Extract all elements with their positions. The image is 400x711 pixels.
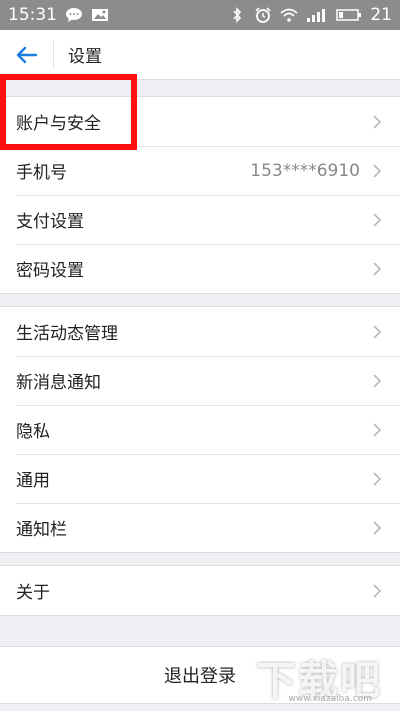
- battery-icon: [336, 9, 362, 21]
- chevron-right-icon: [373, 212, 382, 227]
- battery-level: 21: [370, 5, 392, 25]
- settings-group-account: 账户与安全 手机号 153****6910 支付设置 密码设置: [0, 96, 400, 294]
- settings-item-privacy[interactable]: 隐私: [0, 405, 400, 454]
- settings-item-payment[interactable]: 支付设置: [0, 195, 400, 244]
- chevron-right-icon: [373, 261, 382, 276]
- settings-item-label: 账户与安全: [16, 114, 101, 134]
- chevron-right-icon: [373, 324, 382, 339]
- settings-item-label: 密码设置: [16, 261, 84, 281]
- settings-item-label: 通知栏: [16, 520, 67, 540]
- page-title: 设置: [68, 47, 102, 67]
- settings-item-general[interactable]: 通用: [0, 454, 400, 503]
- settings-item-label: 生活动态管理: [16, 324, 118, 344]
- settings-item-label: 手机号: [16, 163, 67, 183]
- chevron-right-icon: [373, 114, 382, 129]
- chat-bubble-icon: [66, 8, 82, 22]
- chevron-right-icon: [373, 373, 382, 388]
- status-time: 15:31: [8, 5, 57, 25]
- settings-item-account-security[interactable]: 账户与安全: [0, 97, 400, 146]
- settings-item-life-feed[interactable]: 生活动态管理: [0, 307, 400, 356]
- alarm-icon: [255, 7, 271, 23]
- status-bar: 15:31 21: [0, 0, 400, 30]
- chevron-right-icon: [373, 422, 382, 437]
- settings-item-label: 关于: [16, 583, 50, 603]
- signal-icon: [307, 9, 326, 22]
- chevron-right-icon: [373, 471, 382, 486]
- settings-item-notification-bar[interactable]: 通知栏: [0, 503, 400, 552]
- back-arrow-icon: [16, 46, 37, 63]
- wifi-icon: [280, 8, 298, 22]
- settings-item-password[interactable]: 密码设置: [0, 244, 400, 293]
- settings-item-label: 支付设置: [16, 212, 84, 232]
- settings-item-label: 通用: [16, 471, 50, 491]
- nav-bar: 设置: [0, 30, 400, 80]
- chevron-right-icon: [373, 163, 382, 178]
- phone-number-value: 153****6910: [250, 160, 360, 181]
- settings-group-about: 关于: [0, 565, 400, 616]
- chevron-right-icon: [373, 520, 382, 535]
- watermark-url: www.xiazaiba.com: [288, 694, 372, 704]
- settings-item-label: 新消息通知: [16, 373, 101, 393]
- settings-item-about[interactable]: 关于: [0, 566, 400, 615]
- image-icon: [92, 9, 108, 21]
- settings-item-notifications[interactable]: 新消息通知: [0, 356, 400, 405]
- settings-group-general: 生活动态管理 新消息通知 隐私 通用 通知栏: [0, 306, 400, 553]
- chevron-right-icon: [373, 583, 382, 598]
- settings-item-label: 隐私: [16, 422, 50, 442]
- bluetooth-icon: [233, 7, 242, 23]
- settings-item-phone[interactable]: 手机号 153****6910: [0, 146, 400, 195]
- back-button[interactable]: [0, 40, 54, 69]
